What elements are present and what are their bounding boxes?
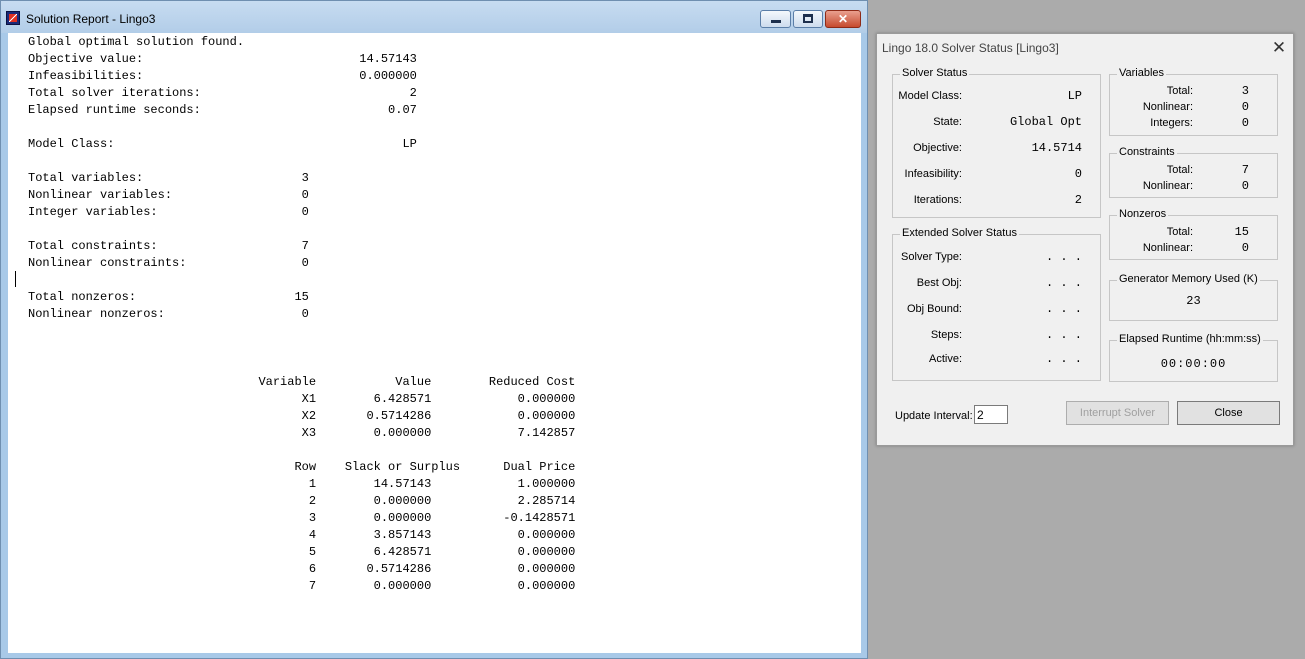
infeasibility-label: Infeasibility: [904,168,962,180]
best-obj-label: Best Obj: [916,277,962,289]
constraints-total-label: Total: [1166,164,1193,176]
model-class-label: Model Class: [898,90,962,102]
nonzeros-total-label: Total: [1166,226,1193,238]
variables-nonlinear-label: Nonlinear: [1142,101,1193,113]
close-icon: ✕ [837,12,849,26]
solver-status-legend: Solver Status [900,67,970,79]
generator-memory-legend: Generator Memory Used (K) [1117,273,1260,285]
solver-type-value: . . . [1045,250,1082,264]
obj-bound-value: . . . [1045,302,1082,316]
lingo-app-icon[interactable] [6,11,20,25]
constraints-nonlinear-label: Nonlinear: [1142,180,1193,192]
minimize-button[interactable] [760,10,791,28]
state-label: State: [933,116,962,128]
dialog-title: Lingo 18.0 Solver Status [Lingo3] [882,41,1059,55]
objective-label: Objective: [913,142,962,154]
variables-integers-label: Integers: [1150,117,1193,129]
constraints-total-value: 7 [1241,163,1249,177]
extended-solver-status-group: Extended Solver Status Solver Type: . . … [892,227,1101,381]
model-class-value: LP [1067,89,1082,103]
report-text-area[interactable]: Global optimal solution found. Objective… [8,33,861,653]
active-label: Active: [928,353,962,365]
report-title-bar[interactable]: Solution Report - Lingo3 ✕ [1,1,867,33]
solution-report-window: Solution Report - Lingo3 ✕ Global optima… [0,0,868,659]
variables-total-label: Total: [1166,85,1193,97]
constraints-legend: Constraints [1117,146,1177,158]
variables-integers-value: 0 [1241,116,1249,130]
minimize-icon [771,20,781,23]
infeasibility-value: 0 [1074,167,1082,181]
steps-value: . . . [1045,328,1082,342]
maximize-button[interactable] [793,10,823,28]
report-window-title: Solution Report - Lingo3 [26,12,156,26]
solver-type-label: Solver Type: [901,251,962,263]
nonzeros-nonlinear-value: 0 [1241,241,1249,255]
objective-value: 14.5714 [1031,141,1082,155]
constraints-group: Constraints Total: 7 Nonlinear: 0 [1109,146,1278,198]
steps-label: Steps: [930,329,962,341]
update-interval-label: Update Interval: [895,410,973,422]
dialog-close-icon[interactable]: ✕ [1269,38,1289,58]
interrupt-solver-button[interactable]: Interrupt Solver [1066,401,1169,425]
update-interval-input[interactable] [974,405,1008,424]
close-button[interactable]: Close [1177,401,1280,425]
elapsed-runtime-value: 00:00:00 [1160,357,1227,371]
nonzeros-group: Nonzeros Total: 15 Nonlinear: 0 [1109,208,1278,260]
active-value: . . . [1045,352,1082,366]
generator-memory-group: Generator Memory Used (K) 23 [1109,273,1278,321]
solver-status-dialog: Lingo 18.0 Solver Status [Lingo3] ✕ Solv… [876,33,1294,446]
nonzeros-legend: Nonzeros [1117,208,1169,220]
elapsed-runtime-legend: Elapsed Runtime (hh:mm:ss) [1117,333,1263,345]
extended-status-legend: Extended Solver Status [900,227,1019,239]
text-caret [15,271,16,287]
variables-total-value: 3 [1241,84,1249,98]
nonzeros-total-value: 15 [1234,225,1249,239]
obj-bound-label: Obj Bound: [906,303,962,315]
solution-report-text: Global optimal solution found. Objective… [28,35,576,593]
variables-legend: Variables [1117,67,1167,79]
maximize-icon [803,14,813,23]
elapsed-runtime-group: Elapsed Runtime (hh:mm:ss) 00:00:00 [1109,333,1278,382]
nonzeros-nonlinear-label: Nonlinear: [1142,242,1193,254]
state-value: Global Opt [1009,115,1082,129]
solver-status-group: Solver Status Model Class: LP State: Glo… [892,67,1101,218]
iterations-label: Iterations: [913,194,962,206]
constraints-nonlinear-value: 0 [1241,179,1249,193]
generator-memory-value: 23 [1186,294,1201,308]
close-window-button[interactable]: ✕ [825,10,861,28]
iterations-value: 2 [1074,193,1082,207]
variables-nonlinear-value: 0 [1241,100,1249,114]
variables-group: Variables Total: 3 Nonlinear: 0 Integers… [1109,67,1278,136]
best-obj-value: . . . [1045,276,1082,290]
